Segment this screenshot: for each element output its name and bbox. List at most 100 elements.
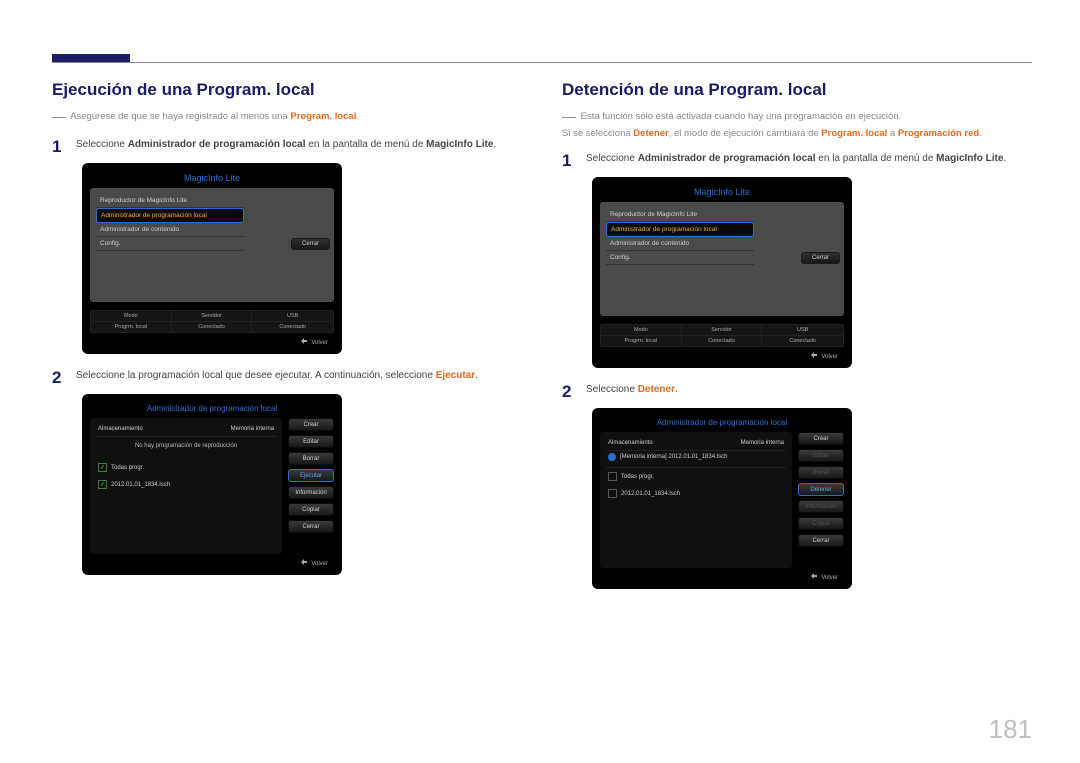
note-text: Esta función sólo está activada cuando h…: [581, 111, 902, 122]
note-text: Asegúrese de que se haya registrado al m…: [70, 111, 290, 122]
create-button[interactable]: Crear: [288, 418, 334, 431]
step-2-text: Seleccione la programación local que des…: [76, 368, 478, 388]
step-number-2: 2: [52, 368, 66, 388]
note-stopping: ― Esta función sólo está activada cuando…: [562, 106, 1032, 141]
status-h-mode: Modo: [601, 325, 682, 335]
storage-label: Almacenamiento: [608, 440, 653, 446]
menu-item-local-admin[interactable]: Administrador de programación local: [606, 222, 754, 237]
back-row[interactable]: Volver: [90, 333, 334, 346]
heading-running: Ejecución de una Program. local: [52, 80, 522, 100]
checkbox-checked-icon: ✓: [98, 463, 107, 472]
magicinfo-menu-panel-right: MagicInfo Lite Reproductor de MagicInfo …: [592, 177, 852, 368]
note-running: ― Asegúrese de que se haya registrado al…: [52, 106, 522, 127]
status-h-mode: Modo: [91, 311, 172, 321]
panel-title: MagicInfo Lite: [600, 185, 844, 202]
header-accent-bar: [52, 54, 130, 62]
storage-value: Memoria interna: [741, 440, 784, 446]
return-icon: [299, 559, 308, 566]
back-row[interactable]: Volver: [600, 347, 844, 360]
info-button[interactable]: Información: [288, 486, 334, 499]
menu-item-content-admin[interactable]: Administrador de contenido: [96, 223, 244, 237]
return-icon: [809, 352, 818, 359]
stop-button[interactable]: Detener: [798, 483, 844, 496]
page-number: 181: [989, 714, 1032, 745]
menu-area: Reproductor de MagicInfo Lite Administra…: [90, 188, 334, 302]
status-v-mode: Progrm. local: [601, 335, 682, 346]
status-v-usb: Conectado: [762, 335, 843, 346]
status-v-mode: Progrm. local: [91, 321, 172, 332]
all-programs-row[interactable]: ✓ Todas progr.: [96, 459, 276, 476]
step-number-1: 1: [562, 151, 576, 171]
menu-item-config[interactable]: Config.: [96, 237, 244, 251]
step-number-1: 1: [52, 137, 66, 157]
status-h-usb: USB: [762, 325, 843, 335]
back-row[interactable]: Volver: [90, 554, 334, 567]
return-icon: [299, 338, 308, 345]
playing-dot-icon: [608, 453, 616, 461]
menu-item-player[interactable]: Reproductor de MagicInfo Lite: [606, 208, 754, 222]
admin-content-area: Almacenamiento Memoria interna No hay pr…: [90, 418, 282, 554]
status-h-server: Servidor: [172, 311, 253, 321]
step-1-row: 1 Seleccione Administrador de programaci…: [52, 137, 522, 157]
storage-value: Memoria interna: [231, 426, 274, 432]
copy-button[interactable]: Copiar: [288, 503, 334, 516]
delete-button[interactable]: Borrar: [288, 452, 334, 465]
close-button[interactable]: Cerrar: [801, 252, 840, 264]
return-icon: [809, 573, 818, 580]
storage-row: Almacenamiento Memoria interna: [606, 438, 786, 451]
create-button[interactable]: Crear: [798, 432, 844, 445]
step-1-text: Seleccione Administrador de programación…: [586, 151, 1006, 171]
status-v-server: Conectado: [682, 335, 763, 346]
all-programs-row[interactable]: ✓ Todas progr.: [606, 468, 786, 485]
step-1-row: 1 Seleccione Administrador de programaci…: [562, 151, 1032, 171]
close-button[interactable]: Cerrar: [291, 238, 330, 250]
schedule-file-row[interactable]: ✓ 2012.01.01_1834.lsch: [96, 476, 276, 493]
status-v-usb: Conectado: [252, 321, 333, 332]
admin-panel-right: Administrador de programación local Alma…: [592, 408, 852, 589]
menu-item-local-admin[interactable]: Administrador de programación local: [96, 208, 244, 223]
step-2-text: Seleccione Detener.: [586, 382, 678, 402]
menu-item-content-admin[interactable]: Administrador de contenido: [606, 237, 754, 251]
right-column-stopping: Detención de una Program. local ― Esta f…: [562, 80, 1032, 603]
back-label: Volver: [821, 575, 838, 581]
two-column-layout: Ejecución de una Program. local ― Asegúr…: [52, 80, 1032, 603]
back-label: Volver: [311, 561, 328, 567]
close-button[interactable]: Cerrar: [288, 520, 334, 533]
admin-panel-left: Administrador de programación local Alma…: [82, 394, 342, 575]
step-1-text: Seleccione Administrador de programación…: [76, 137, 496, 157]
heading-stopping: Detención de una Program. local: [562, 80, 1032, 100]
menu-item-player[interactable]: Reproductor de MagicInfo Lite: [96, 194, 244, 208]
left-column-running: Ejecución de una Program. local ― Asegúr…: [52, 80, 522, 603]
checkbox-empty-icon: ✓: [608, 472, 617, 481]
step-2-row: 2 Seleccione la programación local que d…: [52, 368, 522, 388]
header-rule: [52, 62, 1032, 63]
admin-button-column: Crear Editar Borrar Detener Información …: [798, 432, 844, 568]
delete-button: Borrar: [798, 466, 844, 479]
back-label: Volver: [311, 340, 328, 346]
status-v-server: Conectado: [172, 321, 253, 332]
note-em: Program. local: [290, 111, 356, 122]
execute-button[interactable]: Ejecutar: [288, 469, 334, 482]
edit-button[interactable]: Editar: [288, 435, 334, 448]
step-2-row: 2 Seleccione Detener.: [562, 382, 1032, 402]
admin-title: Administrador de programación local: [600, 416, 844, 432]
admin-title: Administrador de programación local: [90, 402, 334, 418]
status-h-usb: USB: [252, 311, 333, 321]
schedule-file-row[interactable]: ✓ 2012.01.01_1834.lsch: [606, 485, 786, 502]
back-row[interactable]: Volver: [600, 568, 844, 581]
manual-page: Ejecución de una Program. local ― Asegúr…: [0, 0, 1080, 763]
checkbox-checked-icon: ✓: [98, 480, 107, 489]
note-tail: .: [356, 111, 359, 122]
menu-item-config[interactable]: Config.: [606, 251, 754, 265]
close-button[interactable]: Cerrar: [798, 534, 844, 547]
checkbox-empty-icon: ✓: [608, 489, 617, 498]
admin-button-column: Crear Editar Borrar Ejecutar Información…: [288, 418, 334, 554]
info-button: Información: [798, 500, 844, 513]
storage-row: Almacenamiento Memoria interna: [96, 424, 276, 437]
edit-button: Editar: [798, 449, 844, 462]
playing-row: [Memoria interna] 2012.01.01_1834.lsch: [606, 451, 786, 468]
panel-title: MagicInfo Lite: [90, 171, 334, 188]
status-grid: Modo Servidor USB Progrm. local Conectad…: [90, 310, 334, 333]
copy-button: Copiar: [798, 517, 844, 530]
menu-area: Reproductor de MagicInfo Lite Administra…: [600, 202, 844, 316]
